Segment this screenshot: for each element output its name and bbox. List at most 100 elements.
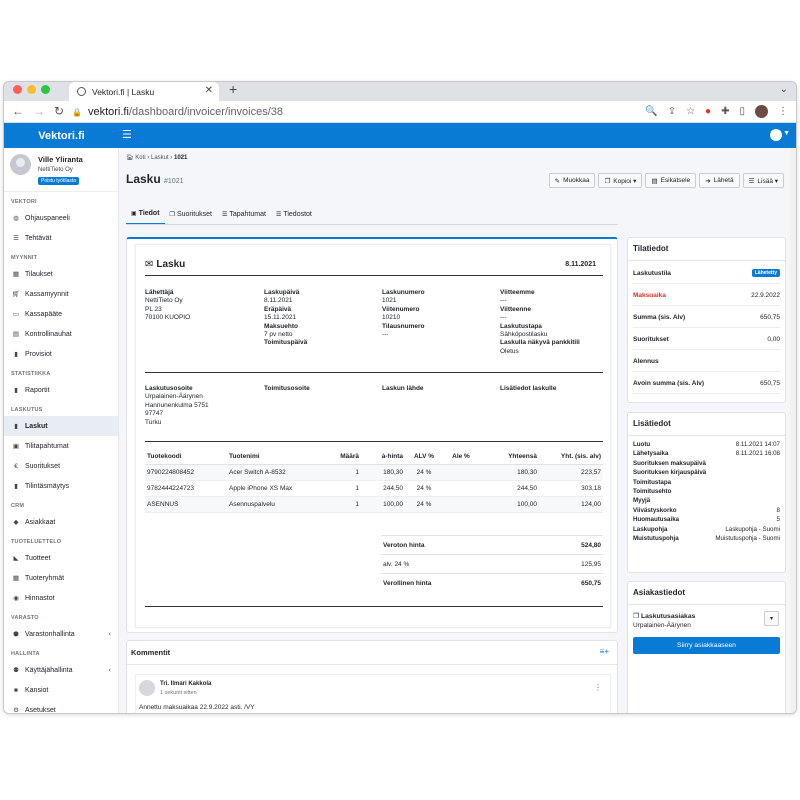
new-tab-button[interactable]: + bbox=[229, 82, 237, 97]
tab-label: Tapahtumat bbox=[229, 211, 266, 218]
sidebar-item-kassamyynnit[interactable]: 🛒︎ Kassamyynnit bbox=[4, 284, 118, 304]
tab-tapahtumat[interactable]: ☰ Tapahtumat bbox=[217, 206, 271, 225]
billing-address-block: Laskutusosoite Urpalainen-Äärynen Hannun… bbox=[145, 385, 255, 427]
sidebar-item-kassapaate[interactable]: ▭ Kassapääte bbox=[4, 304, 118, 324]
status-heading: Tilatiedot bbox=[633, 244, 669, 253]
esikatsele-button[interactable]: ▤ Esikatsele bbox=[645, 173, 697, 188]
hamburger-icon[interactable]: ☰ bbox=[122, 128, 132, 141]
sidebar-item-suoritukset[interactable]: € Suoritukset bbox=[4, 456, 118, 476]
customer-dropdown-button[interactable]: ▾ bbox=[764, 611, 779, 626]
column-header[interactable]: Tuotenimi bbox=[227, 450, 327, 465]
muokkaa-button[interactable]: ✎ Muokkaa bbox=[548, 173, 596, 188]
table-cell bbox=[443, 480, 479, 497]
go-to-customer-button[interactable]: Siirry asiakkaaseen bbox=[633, 637, 780, 654]
more-options-icon[interactable]: ⋮ bbox=[594, 683, 602, 692]
table-cell: 1 bbox=[327, 480, 361, 497]
table-cell: 223,57 bbox=[539, 464, 603, 481]
add-comment-icon[interactable]: ≡+ bbox=[600, 647, 609, 656]
sidebar-item-raportit[interactable]: ▮ Raportit bbox=[4, 380, 118, 400]
main-content: 🏠︎ Koti › Laskut › 1021 Lasku #1021 ✎ Muo… bbox=[119, 148, 796, 713]
share-icon[interactable]: ⇪ bbox=[668, 106, 676, 117]
close-window-button[interactable] bbox=[13, 85, 22, 94]
tab-tiedot[interactable]: ▣ Tiedot bbox=[126, 206, 165, 225]
breadcrumb-home[interactable]: Koti bbox=[135, 155, 145, 161]
sidebar-item-kansiot[interactable]: ■ Kansiot bbox=[4, 680, 118, 700]
kopioi-button[interactable]: ❐ Kopioi ▾ bbox=[598, 173, 643, 188]
address-bar[interactable]: 🔒 vektori.fi/dashboard/invoicer/invoices… bbox=[72, 103, 632, 121]
sidebar-item-label: Kansiot bbox=[25, 686, 49, 694]
browser-tab-title: Vektori.fi | Lasku bbox=[92, 86, 155, 97]
extra-label: Lisätiedot laskulle bbox=[500, 385, 557, 392]
laheta-button[interactable]: ➔ Lähetä bbox=[699, 173, 740, 188]
chevron-down-icon[interactable]: ⌄ bbox=[780, 84, 788, 95]
delivery-address-block: Toimitusosoite bbox=[264, 385, 310, 393]
avatar[interactable] bbox=[10, 154, 31, 175]
table-cell: Asennuspalvelu bbox=[227, 496, 327, 513]
breadcrumb: 🏠︎ Koti › Laskut › 1021 bbox=[126, 155, 188, 161]
extra-value: Muistutuspohja - Suomi bbox=[715, 535, 780, 542]
reload-button[interactable]: ↻ bbox=[54, 104, 64, 118]
comments-heading: Kommentit bbox=[131, 648, 171, 657]
invoice-document: ✉ Lasku 8.11.2021 Lähettäjä NettiTieto O… bbox=[135, 244, 611, 628]
sidebar-item-tehtavat[interactable]: ☰ Tehtävät bbox=[4, 228, 118, 248]
copy-icon: ❐ bbox=[604, 177, 611, 185]
column-header[interactable]: Määrä bbox=[327, 450, 361, 465]
forward-button[interactable]: → bbox=[33, 104, 45, 118]
table-cell: 24 % bbox=[405, 480, 443, 497]
brand-logo[interactable]: Vektori.fi bbox=[4, 123, 119, 148]
zoom-icon[interactable]: 🔍 bbox=[645, 106, 657, 117]
lisaa-button[interactable]: ☰ Lisää ▾ bbox=[742, 173, 784, 188]
maximize-window-button[interactable] bbox=[41, 85, 50, 94]
sidebar-item-label: Tehtävät bbox=[25, 234, 52, 242]
file-icon: ▮ bbox=[14, 351, 18, 358]
sidebar-item-hinnastot[interactable]: ◉ Hinnastot bbox=[4, 588, 118, 608]
tab-suoritukset[interactable]: ❐ Suoritukset bbox=[165, 206, 217, 225]
billing-line: Hannunenkulma 5751 bbox=[145, 401, 209, 409]
sidebar-item-varastonhallinta[interactable]: ⬢ Varastonhallinta ‹ bbox=[4, 624, 118, 644]
chevron-down-icon[interactable]: ▼ bbox=[783, 130, 790, 137]
sidebar-item-laskut[interactable]: ▮ Laskut bbox=[4, 416, 118, 436]
extension-icon[interactable]: ● bbox=[705, 106, 711, 117]
star-icon[interactable]: ☆ bbox=[686, 106, 695, 117]
column-header[interactable]: Tuotekoodi bbox=[145, 450, 227, 465]
sidepanel-icon[interactable]: ▯ bbox=[739, 106, 745, 117]
sidebar-item-asiakkaat[interactable]: ◆ Asiakkaat bbox=[4, 512, 118, 532]
sidebar-item-tilintasmaytys[interactable]: ▮ Tilintäsmäytys bbox=[4, 476, 118, 496]
puzzle-icon[interactable]: ✚ bbox=[721, 106, 729, 117]
sidebar-item-tuoteryhmat[interactable]: ▦ Tuoteryhmät bbox=[4, 568, 118, 588]
user-menu-icon[interactable] bbox=[770, 129, 782, 141]
number-field-value: 1021 bbox=[382, 297, 397, 305]
close-tab-icon[interactable]: ✕ bbox=[205, 85, 213, 96]
cart-icon: 🛒︎ bbox=[11, 291, 21, 298]
sidebar-item-tuotteet[interactable]: ◣ Tuotteet bbox=[4, 548, 118, 568]
column-header[interactable]: à-hinta bbox=[361, 450, 405, 465]
profile-avatar[interactable] bbox=[755, 105, 768, 118]
sidebar: Ville Yliranta NettiTieto Oy Poistu työt… bbox=[4, 148, 119, 714]
customer-card: Asiakastiedot ❐ Laskutusasiakas Urpalain… bbox=[627, 581, 786, 713]
status-value: 22.9.2022 bbox=[751, 291, 780, 299]
leave-workspace-button[interactable]: Poistu työtilasta bbox=[38, 177, 80, 185]
column-header[interactable]: Yhteensä bbox=[479, 450, 539, 465]
back-button[interactable]: ← bbox=[12, 104, 24, 118]
sidebar-item-kayttajahallinta[interactable]: ⚉ Käyttäjähallinta ‹ bbox=[4, 660, 118, 680]
sidebar-item-ohjauspaneeli[interactable]: ◍ Ohjauspaneeli bbox=[4, 208, 118, 228]
sidebar-item-provisiot[interactable]: ▮ Provisiot bbox=[4, 344, 118, 364]
minimize-window-button[interactable] bbox=[27, 85, 36, 94]
sidebar-section-title: MYYNNIT bbox=[11, 255, 38, 261]
browser-menu-icon[interactable]: ⋮ bbox=[778, 106, 788, 117]
browser-tab[interactable]: Vektori.fi | Lasku ✕ bbox=[69, 82, 219, 101]
sidebar-item-kontrollinauhat[interactable]: ▤ Kontrollinauhat bbox=[4, 324, 118, 344]
breadcrumb-invoices[interactable]: Laskut bbox=[151, 155, 169, 161]
tab-tiedostot[interactable]: ☰ Tiedostot bbox=[271, 206, 317, 225]
scrollbar[interactable] bbox=[790, 148, 796, 713]
table-cell: 1 bbox=[327, 464, 361, 481]
column-header[interactable]: ALV % bbox=[405, 450, 443, 465]
sidebar-item-asetukset[interactable]: ⚙ Asetukset bbox=[4, 700, 118, 714]
sidebar-item-tilitapahtumat[interactable]: ▣ Tilitapahtumat bbox=[4, 436, 118, 456]
column-header[interactable]: Yht. (sis. alv) bbox=[539, 450, 603, 465]
sidebar-item-tilaukset[interactable]: ▦ Tilaukset bbox=[4, 264, 118, 284]
column-header[interactable]: Ale % bbox=[443, 450, 479, 465]
comment-item: Tri. Ilmari Kakkola 1 sekunti sitten ⋮ A… bbox=[135, 674, 611, 713]
divider bbox=[145, 606, 603, 607]
extra-value: 8.11.2021 16:08 bbox=[735, 450, 780, 458]
